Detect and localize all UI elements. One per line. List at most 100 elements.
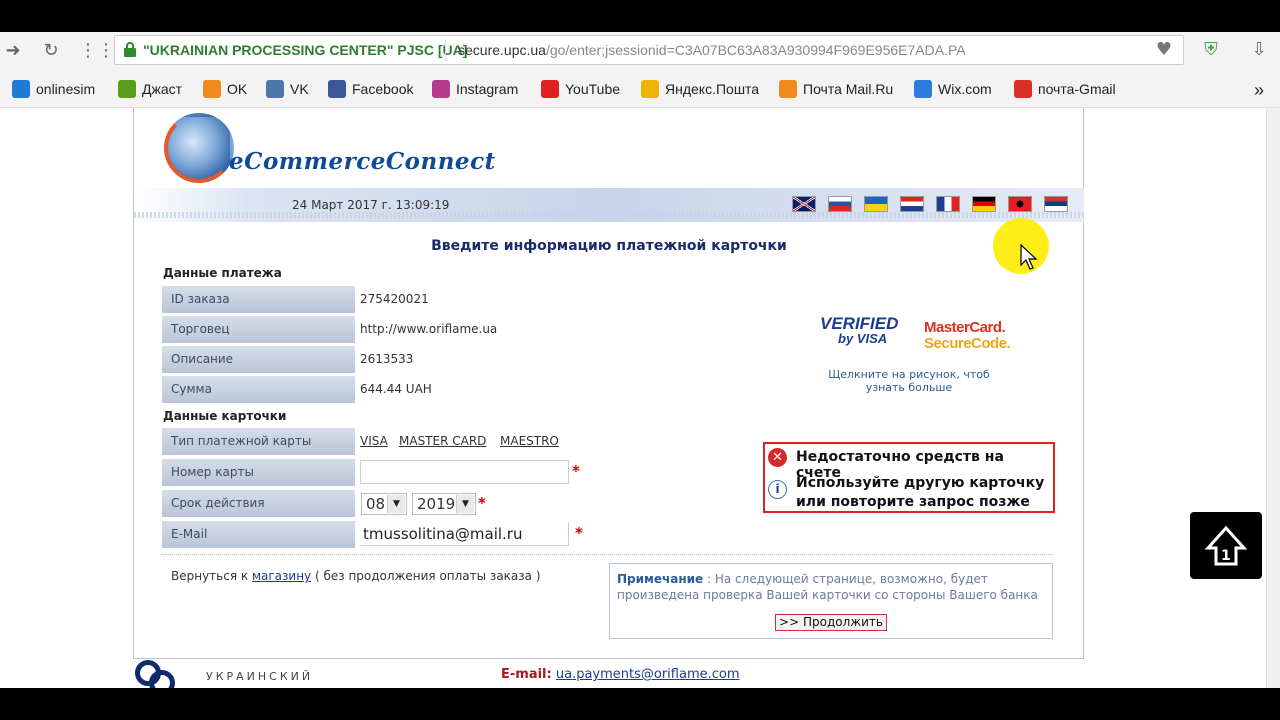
forward-icon[interactable]: ➜ — [2, 40, 24, 62]
note-box: Примечание : На следующей странице, возм… — [609, 563, 1053, 639]
apps-icon[interactable]: ⋮⋮ — [79, 40, 115, 62]
bookmark-label: почта-Gmail — [1038, 81, 1116, 97]
payment-panel: eCommerceConnect 24 Март 2017 г. 13:09:1… — [133, 108, 1084, 659]
description-value: 2613533 — [360, 352, 414, 366]
order-id-label: ID заказа — [161, 285, 356, 314]
footer-email: E-mail: ua.payments@oriflame.com — [501, 667, 740, 682]
secure-hint: Щелкните на рисунок, чтоб узнать больше — [828, 368, 990, 394]
address-bar[interactable]: "UKRAINIAN PROCESSING CENTER" PJSC [UA] … — [114, 35, 1184, 65]
merchant-value: http://www.oriflame.ua — [360, 322, 498, 336]
continue-button[interactable]: >> Продолжить — [775, 614, 887, 631]
wix-icon — [914, 80, 932, 98]
site-identity: "UKRAINIAN PROCESSING CENTER" PJSC [UA] — [143, 42, 468, 58]
upc-logo-icon — [135, 660, 177, 688]
bookmark-mailru[interactable]: Почта Mail.Ru — [779, 80, 893, 98]
bookmark-label: VK — [290, 81, 309, 97]
verified-by-visa-logo[interactable]: VERIFIED by VISA — [820, 315, 898, 346]
lock-icon — [123, 42, 137, 58]
card-type-maestro-link[interactable]: MAESTRO — [500, 434, 559, 448]
required-mark: * — [575, 524, 583, 542]
header-stripe — [134, 212, 1084, 218]
ecommerce-logo-icon — [164, 113, 234, 183]
expiry-label: Срок действия — [161, 489, 356, 518]
chevron-down-icon: ▼ — [456, 495, 474, 513]
jc-icon — [118, 80, 136, 98]
footer-email-link[interactable]: ua.payments@oriflame.com — [556, 667, 740, 682]
hr-flag-icon[interactable] — [900, 196, 924, 212]
mouse-cursor-icon — [1020, 244, 1038, 270]
bookmark-odnoklassniki[interactable]: OK — [203, 80, 247, 98]
vk-icon — [266, 80, 284, 98]
bookmark-instagram[interactable]: Instagram — [432, 80, 518, 98]
youtube-icon — [541, 80, 559, 98]
card-type-mastercard-link[interactable]: MASTER CARD — [399, 434, 486, 448]
scroll-top-button[interactable]: 1 — [1190, 512, 1262, 579]
svg-text:1: 1 — [1221, 548, 1231, 564]
url-text[interactable]: secure.upc.ua/go/enter;jsessionid=C3A07B… — [458, 42, 966, 58]
reload-icon[interactable]: ↻ — [40, 40, 62, 62]
bookmark-facebook[interactable]: Facebook — [328, 80, 413, 98]
gmail-icon — [1014, 80, 1032, 98]
page-scrollbar[interactable] — [1266, 108, 1280, 688]
url-divider — [445, 39, 446, 61]
page-title: Введите информацию платежной карточки — [431, 238, 787, 254]
bookmark-label: Джаст — [142, 81, 183, 97]
bookmark-vk[interactable]: VK — [266, 80, 309, 98]
chevron-down-icon: ▼ — [387, 495, 405, 513]
bookmark-youtube[interactable]: YouTube — [541, 80, 620, 98]
bookmarks-bar: onlinesim Джаст OK VK Facebook Instagram YouTu… — [0, 70, 1280, 108]
mastercard-securecode-logo[interactable]: MasterCard. SecureCode. — [924, 320, 1011, 352]
merchant-label: Торговец — [161, 315, 356, 344]
bookmarks-more-button[interactable]: » — [1254, 80, 1264, 101]
bookmark-label: onlinesim — [36, 81, 96, 97]
payment-section-heading: Данные платежа — [163, 266, 282, 280]
email-input[interactable]: tmussolitina@mail.ru — [360, 522, 569, 546]
card-section-heading: Данные карточки — [163, 409, 287, 423]
odnoklassniki-icon — [203, 80, 221, 98]
footer-company: УКРАИНСКИЙ — [206, 670, 314, 683]
yandex-mail-icon — [641, 80, 659, 98]
fr-flag-icon[interactable] — [936, 196, 960, 212]
card-number-input[interactable] — [360, 460, 569, 484]
bookmark-onlinesim[interactable]: onlinesim — [12, 80, 95, 98]
bookmark-wix[interactable]: Wix.com — [914, 80, 992, 98]
shop-link[interactable]: магазину — [252, 569, 311, 583]
download-icon[interactable]: ⇩ — [1247, 38, 1271, 62]
info-icon: i — [768, 480, 787, 499]
bookmark-label: Facebook — [352, 81, 414, 97]
bookmark-label: OK — [227, 81, 248, 97]
shield-icon[interactable]: ⛨ — [1199, 38, 1223, 62]
order-id-value: 275420021 — [360, 292, 429, 306]
uk-flag-icon[interactable] — [792, 196, 816, 212]
error-hint: Используйте другую карточку или повторит… — [796, 475, 1045, 510]
bookmark-label: Почта Mail.Ru — [803, 81, 894, 97]
de-flag-icon[interactable] — [972, 196, 996, 212]
required-mark: * — [572, 462, 580, 480]
bottom-black-bar — [0, 688, 1280, 720]
bookmark-gmail[interactable]: почта-Gmail — [1014, 80, 1116, 98]
datetime: 24 Март 2017 г. 13:09:19 — [292, 198, 450, 212]
expiry-year-select[interactable]: 2019 ▼ — [412, 493, 476, 515]
amount-label: Сумма — [161, 375, 356, 404]
card-type-label: Тип платежной карты — [161, 427, 356, 456]
ua-flag-icon[interactable] — [864, 196, 888, 212]
divider — [161, 554, 1053, 555]
ru-flag-icon[interactable] — [828, 196, 852, 212]
arrow-up-icon: 1 — [1204, 525, 1248, 566]
expiry-month-value: 08 — [366, 495, 386, 513]
expiry-year-value: 2019 — [417, 495, 456, 513]
error-message-box: ✕ Недостаточно средств на счете i Исполь… — [763, 442, 1055, 513]
bookmark-jc[interactable]: Джаст — [118, 80, 182, 98]
bookmark-label: YouTube — [565, 81, 621, 97]
heart-icon[interactable]: ♥ — [1152, 38, 1176, 62]
amount-value: 644.44 UAH — [360, 382, 432, 396]
rs-flag-icon[interactable] — [1044, 196, 1068, 212]
al-flag-icon[interactable] — [1008, 196, 1032, 212]
expiry-month-select[interactable]: 08 ▼ — [361, 493, 407, 515]
logo-text: eCommerceConnect — [229, 148, 496, 175]
card-type-visa-link[interactable]: VISA — [360, 434, 388, 448]
instagram-icon — [432, 80, 450, 98]
screen: ➜ ↻ ⋮⋮ "UKRAINIAN PROCESSING CENTER" PJS… — [0, 0, 1280, 720]
required-mark: * — [478, 494, 486, 512]
bookmark-yandex-mail[interactable]: Яндекс.Пошта — [641, 80, 759, 98]
